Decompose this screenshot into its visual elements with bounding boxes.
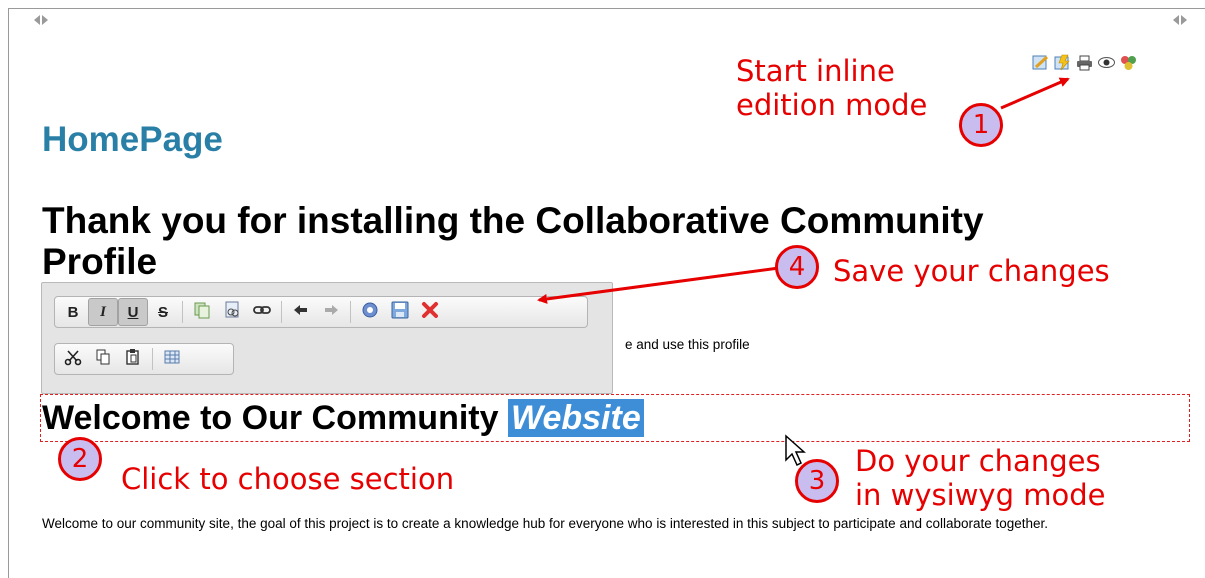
copy-format-button[interactable] — [187, 298, 217, 326]
copy-button[interactable] — [88, 345, 118, 373]
annotation-1-line2: edition mode — [736, 88, 928, 122]
cut-button[interactable] — [58, 345, 88, 373]
link-icon — [253, 301, 271, 323]
toolbar-separator — [281, 301, 282, 323]
page-actions — [1031, 54, 1138, 71]
collapse-left-icon[interactable] — [33, 14, 49, 26]
insert-image-icon — [223, 301, 241, 323]
annotation-3-line2: in wysiwyg mode — [855, 478, 1106, 512]
toolbar-row-1: B I U S — [54, 296, 588, 328]
toolbar-row-2 — [54, 343, 234, 375]
italic-button[interactable]: I — [88, 298, 118, 326]
save-button[interactable] — [385, 298, 415, 326]
copy-format-icon — [193, 301, 211, 323]
save-icon — [390, 300, 410, 324]
annotation-4-badge: 4 — [775, 245, 819, 289]
section-heading[interactable]: Welcome to Our Community Website — [42, 394, 644, 442]
redo-button[interactable] — [316, 298, 346, 326]
undo-icon — [292, 301, 310, 323]
inline-edit-icon[interactable] — [1053, 54, 1072, 71]
annotation-3-line1: Do your changes — [855, 444, 1101, 478]
table-icon — [163, 348, 181, 370]
bold-button[interactable]: B — [58, 298, 88, 326]
mouse-cursor-icon — [785, 434, 806, 467]
toolbar-separator — [350, 301, 351, 323]
toolbar-separator — [152, 348, 153, 370]
cancel-icon — [421, 301, 439, 323]
help-icon — [361, 301, 379, 323]
copy-icon — [94, 348, 112, 370]
help-button[interactable] — [355, 298, 385, 326]
annotation-1-badge: 1 — [959, 103, 1003, 147]
paste-icon — [124, 348, 142, 370]
intro-paragraph: e and use this profile — [625, 337, 750, 352]
toolbar-separator — [182, 301, 183, 323]
annotation-4-text: Save your changes — [833, 254, 1110, 288]
annotation-2-text: Click to choose section — [121, 462, 455, 496]
strikethrough-button[interactable]: S — [148, 298, 178, 326]
welcome-paragraph: Welcome to our community site, the goal … — [42, 516, 1049, 531]
annotation-1-line1: Start inline — [736, 54, 895, 88]
page-title: HomePage — [42, 120, 223, 159]
print-icon[interactable] — [1075, 54, 1094, 71]
paste-button[interactable] — [118, 345, 148, 373]
view-icon[interactable] — [1097, 54, 1116, 71]
annotation-1-text: Start inline edition mode — [736, 54, 927, 122]
selected-word[interactable]: Website — [507, 399, 644, 437]
tags-icon[interactable] — [1119, 54, 1138, 71]
cancel-button[interactable] — [415, 298, 445, 326]
collapse-right-icon[interactable] — [1172, 14, 1188, 26]
section-heading-text: Welcome to Our Community — [42, 399, 508, 437]
undo-button[interactable] — [286, 298, 316, 326]
cut-icon — [64, 348, 82, 370]
main-heading-line1: Thank you for installing the Collaborati… — [42, 200, 984, 241]
annotation-2-badge: 2 — [58, 437, 102, 481]
underline-button[interactable]: U — [118, 298, 148, 326]
wysiwyg-toolbar: B I U S — [41, 282, 613, 394]
insert-image-button[interactable] — [217, 298, 247, 326]
table-button[interactable] — [157, 345, 187, 373]
edit-icon[interactable] — [1031, 54, 1050, 71]
annotation-3-text: Do your changes in wysiwyg mode — [855, 444, 1105, 512]
redo-icon — [322, 301, 340, 323]
link-button[interactable] — [247, 298, 277, 326]
